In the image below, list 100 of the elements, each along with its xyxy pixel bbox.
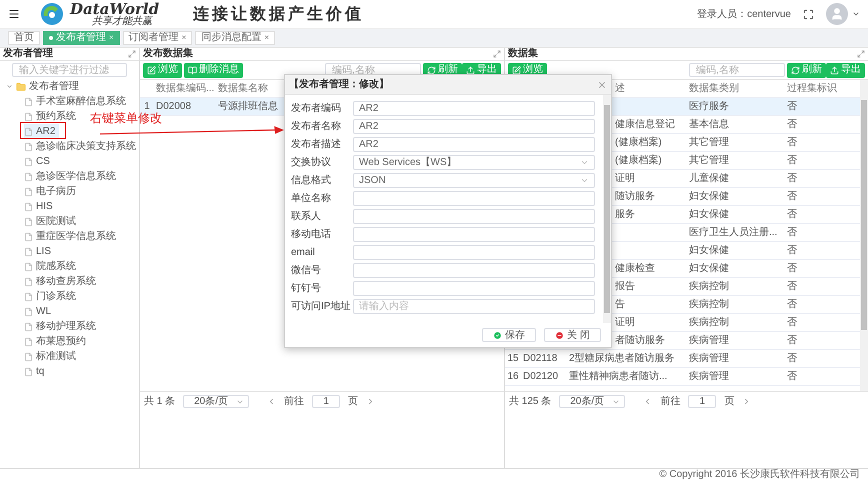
table-cell-text: D02008: [155, 100, 192, 112]
table-cell-text: 疾病管理: [688, 334, 730, 348]
person-icon: [830, 7, 844, 21]
tree-item[interactable]: CS: [24, 154, 54, 169]
goto-label: 前往: [284, 394, 304, 409]
table-cell-text: 否: [786, 370, 798, 384]
scrollbar[interactable]: [860, 80, 868, 391]
column-header: 过程集标识: [787, 83, 837, 94]
input-field[interactable]: AR2: [353, 100, 595, 116]
folder-icon: [16, 82, 26, 92]
input-field[interactable]: [353, 226, 595, 242]
input-field[interactable]: [353, 244, 595, 260]
tree-item[interactable]: 急诊临床决策支持系统: [24, 139, 140, 154]
page-size-select[interactable]: 20条/页: [183, 395, 250, 408]
expand-icon[interactable]: [493, 50, 501, 58]
tree-item[interactable]: 标准测试: [24, 349, 80, 364]
page-unit-label: 页: [724, 395, 734, 409]
close-tab-mark[interactable]: ×: [264, 34, 270, 42]
tree-item[interactable]: 手术室麻醉信息系统: [24, 94, 130, 109]
tree-item[interactable]: tq: [24, 364, 48, 379]
select-field[interactable]: Web Services【WS】: [353, 154, 595, 170]
table-cell: 服务: [615, 209, 635, 220]
document-icon: [24, 96, 33, 106]
table-cell: 2型糖尿病患者随访服务: [569, 353, 675, 364]
tree-item[interactable]: 门诊系统: [24, 289, 80, 304]
tree-item[interactable]: 电子病历: [24, 184, 80, 199]
table-cell-text: 否: [786, 154, 798, 168]
table-cell: (健康档案): [615, 137, 662, 148]
document-icon: [24, 216, 33, 226]
table-cell-text: 疾病控制: [688, 316, 730, 330]
table-cell: 告: [615, 299, 625, 310]
table-cell-text: 妇女保健: [688, 208, 730, 222]
tree-item[interactable]: 院感系统: [24, 259, 80, 274]
tree-item[interactable]: 移动护理系统: [24, 319, 100, 334]
tree-item[interactable]: 重症医学信息系统: [24, 229, 120, 244]
table-cell: 随访服务: [615, 191, 655, 202]
tree-item[interactable]: WL: [24, 304, 55, 319]
tab[interactable]: 同步消息配置 ×: [195, 31, 276, 45]
expand-icon[interactable]: [857, 50, 865, 58]
table-row[interactable]: 16 D02120 重性精神病患者随访... 疾病管理 否: [505, 368, 860, 386]
tab[interactable]: 首页: [8, 31, 40, 45]
expand-icon[interactable]: [128, 50, 136, 58]
input-field[interactable]: [353, 280, 595, 296]
table-cell: 健康检查: [615, 263, 655, 274]
total-count: 共 125 条: [509, 394, 552, 409]
table-cell-text: 否: [786, 352, 798, 366]
input-field[interactable]: AR2: [353, 136, 595, 152]
fullscreen-icon[interactable]: [803, 8, 814, 20]
table-cell-text: 医疗卫生人员注册...: [688, 226, 778, 240]
table-cell-text: 否: [786, 262, 798, 276]
caret-icon[interactable]: [852, 10, 860, 18]
tree-item[interactable]: LIS: [24, 244, 56, 259]
tree-item[interactable]: HIS: [24, 199, 57, 214]
table-row[interactable]: 15 D02118 2型糖尿病患者随访服务 疾病管理 否: [505, 350, 860, 368]
table-cell-text: 否: [786, 100, 798, 114]
annotation-text: 右键菜单修改: [90, 110, 162, 127]
input-field[interactable]: [353, 190, 595, 206]
close-tab-mark[interactable]: ×: [182, 34, 186, 42]
search-field[interactable]: 编码,名称: [689, 63, 785, 77]
column-header: 数据集编码...: [155, 82, 216, 96]
tree-item[interactable]: 医院测试: [24, 214, 80, 229]
tab[interactable]: 订阅者管理 ×: [122, 31, 192, 45]
document-icon: [24, 232, 33, 242]
tree-item[interactable]: 急诊医学信息系统: [24, 169, 120, 184]
field-label: 单位名称: [291, 192, 332, 206]
table-cell-text: 妇女保健: [688, 190, 730, 204]
select-field[interactable]: JSON: [353, 172, 595, 188]
column-header: 数据集类别: [689, 83, 739, 94]
dialog-button[interactable]: 关 闭: [544, 328, 601, 342]
page-field[interactable]: 1: [688, 395, 716, 408]
document-icon: [24, 156, 33, 166]
close-icon[interactable]: [597, 80, 607, 90]
brand-name: DataWorld: [70, 2, 160, 16]
field-label: 信息格式: [291, 174, 332, 188]
user-label: 登录人员：centervue: [697, 8, 791, 22]
slogan: 连接让数据产生价值: [193, 3, 364, 25]
document-icon: [24, 352, 33, 362]
table-cell: 重性精神病患者随访...: [569, 371, 668, 382]
page-field[interactable]: 1: [312, 395, 340, 408]
field-label: email: [291, 246, 316, 260]
input-field[interactable]: [353, 262, 595, 278]
search-field[interactable]: 编码,名称: [325, 63, 421, 77]
tree-item[interactable]: 预约系统: [24, 109, 80, 124]
input-field[interactable]: 请输入内容: [353, 298, 595, 314]
dialog-button[interactable]: 保存: [482, 328, 536, 342]
tree-item[interactable]: 发布者管理: [6, 79, 83, 94]
table-cell-text: 否: [786, 172, 798, 186]
menu-icon[interactable]: [8, 8, 20, 20]
scrollbar[interactable]: [603, 95, 611, 323]
page-size-select[interactable]: 20条/页: [559, 395, 626, 408]
input-field[interactable]: AR2: [353, 118, 595, 134]
tree-item[interactable]: 布莱恩预约: [24, 334, 90, 349]
tree-item[interactable]: AR2: [24, 124, 60, 139]
export-icon: [830, 66, 839, 74]
page-unit-label: 页: [348, 395, 358, 409]
input-field[interactable]: [353, 208, 595, 224]
tree-item[interactable]: 移动查房系统: [24, 274, 100, 289]
field-label: 发布者名称: [291, 120, 342, 134]
filter-field[interactable]: 输入关键字进行过滤: [12, 63, 127, 77]
table-cell: 者随访服务: [615, 335, 665, 346]
